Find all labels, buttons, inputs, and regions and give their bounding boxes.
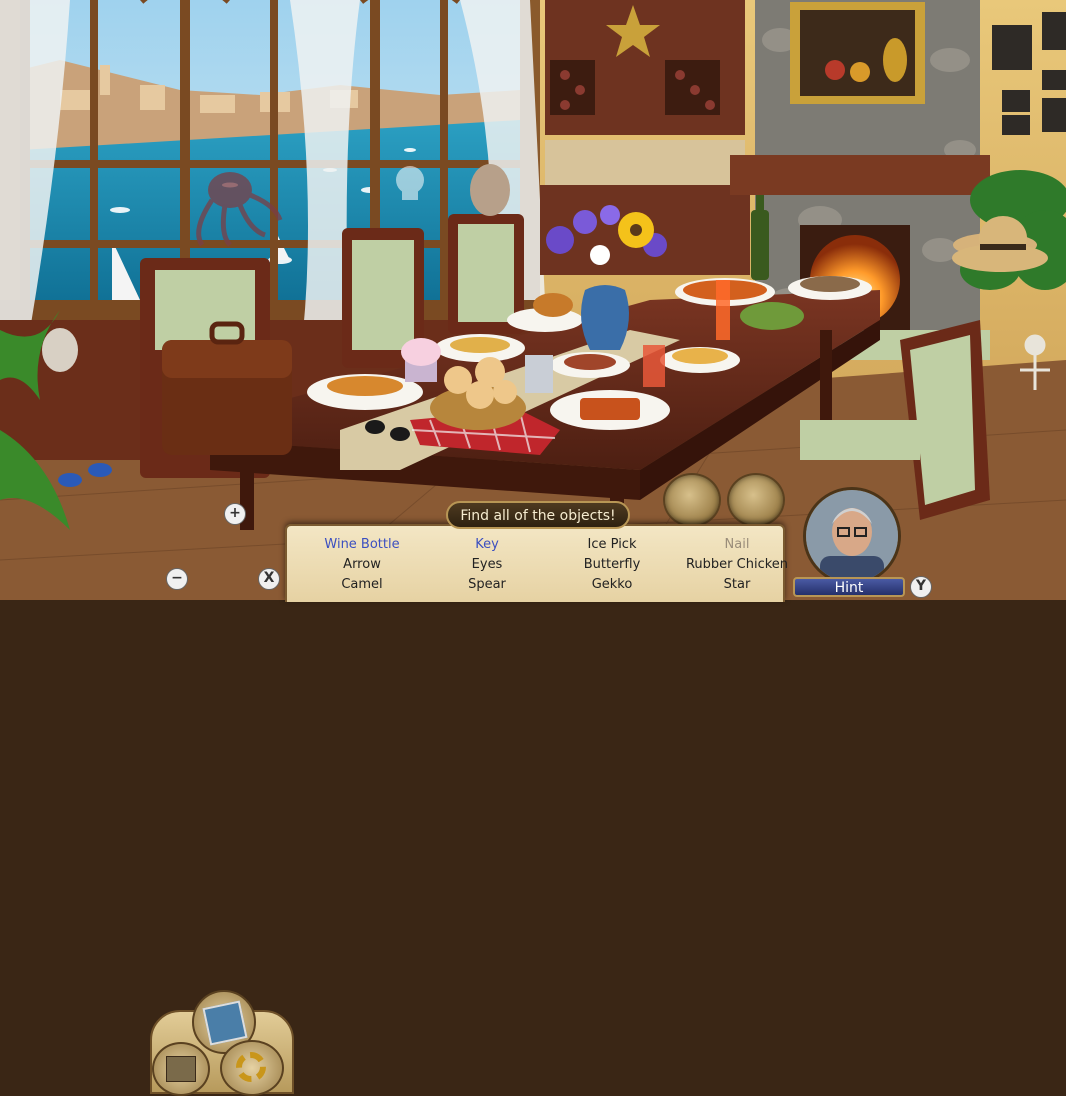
object-item[interactable]: Arrow [343,557,381,572]
inventory-slot-2[interactable] [727,473,785,527]
hint-button[interactable]: Hint [793,577,905,597]
plus-icon: + [229,505,241,521]
gear-icon [236,1052,266,1082]
map-button[interactable] [152,1042,210,1096]
hint-key-badge[interactable]: Y [910,576,932,598]
x-key-icon: X [263,570,275,586]
hint-label: Hint [834,580,864,596]
close-button[interactable]: X [258,568,280,590]
y-key-icon: Y [915,578,927,594]
object-item[interactable]: Key [475,537,499,552]
object-item[interactable]: Wine Bottle [324,537,399,552]
object-item[interactable]: Butterfly [584,557,641,572]
inventory-slot-1[interactable] [663,473,721,527]
object-item[interactable]: Gekko [592,577,633,592]
tool-panel [150,990,294,1096]
minus-icon: − [171,570,183,586]
object-list-title: Find all of the objects! [446,501,630,529]
object-item[interactable]: Eyes [472,557,503,572]
journal-icon [202,1000,248,1046]
object-item[interactable]: Camel [341,577,382,592]
object-item[interactable]: Nail [725,537,750,552]
zoom-in-button[interactable]: + [224,503,246,525]
object-item[interactable]: Spear [468,577,506,592]
zoom-out-button[interactable]: − [166,568,188,590]
object-item[interactable]: Star [724,577,751,592]
object-item[interactable]: Rubber Chicken [686,557,788,572]
object-item[interactable]: Ice Pick [588,537,637,552]
settings-button[interactable] [220,1040,284,1096]
map-icon [166,1056,196,1082]
hint-portrait[interactable] [803,487,901,585]
hint-character-avatar [806,490,898,582]
